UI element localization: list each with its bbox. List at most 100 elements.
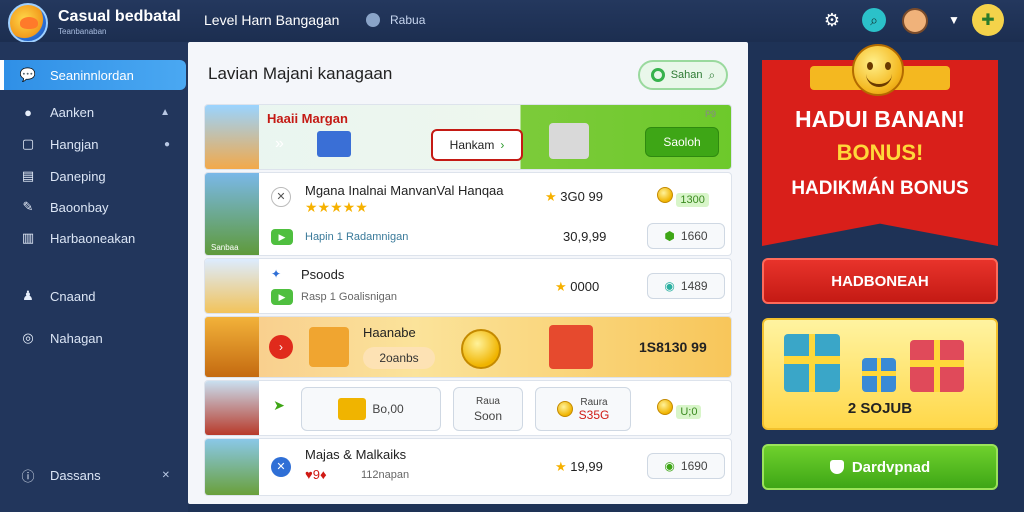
raua-label: Raua [476,395,500,407]
hearts-icon: ♥9♦ [305,467,327,482]
close-icon[interactable]: ✕ [271,457,291,477]
chest-thumbnail [205,259,259,313]
list-item[interactable]: ✕ Majas & Malkaiks ♥9♦ 112napan ★ 19,99 … [204,438,732,496]
sidebar-item-cnaand[interactable]: ♟ Cnaand [0,281,188,311]
coin-icon [657,187,673,203]
app-subtitle: Teanbanaban [58,27,107,36]
circle-icon: ◎ [22,330,34,345]
app-name: Casual bedbatal [58,8,181,25]
chevron-right-icon[interactable]: › [269,335,293,359]
star-icon: ★ [545,189,557,204]
banner-corner: P9 [705,109,717,119]
sidebar-item-harbaoneakan[interactable]: ▥ Harbaoneakan [0,223,188,253]
chevron-down-icon[interactable]: ▼ [942,8,966,32]
raua-card[interactable]: Raua Soon [453,387,523,431]
sidebar-item-baoonbay[interactable]: ✎ Baoonbay [0,192,188,222]
raua-value: Soon [473,408,503,423]
hadboneah-button[interactable]: HADBONEAH [762,258,998,304]
price-value: 19,99 [570,459,603,474]
row-price: ★ 0000 [555,279,599,295]
buy-button[interactable]: ◉ 1489 [647,273,725,299]
coin-icon [556,401,573,417]
gem-icon: ◉ [664,459,675,473]
thumb-caption: Sanbaa [211,243,239,252]
item-card[interactable]: Bo,00 [301,387,441,431]
search-icon[interactable]: ⌕ [862,8,886,32]
green-badge-icon: ▶ [271,229,293,245]
item-card-value: Bo,00 [372,402,404,416]
buy-button[interactable]: ◉ 1690 [647,453,725,479]
top-link[interactable]: Rabua [390,13,425,27]
row-subtitle: 2oanbs [363,347,435,369]
avatar[interactable] [902,8,928,34]
star-icon: ★ [555,279,567,294]
search-button[interactable]: Sahan ⌕ [638,60,728,90]
list-item[interactable]: ➤ Bo,00 Raua Soon Raura S35G U;0 [204,380,732,436]
collapse-icon[interactable]: ✕ [162,470,170,481]
sidebar-item-label: Daneping [50,168,106,184]
app-logo-icon[interactable] [8,3,48,43]
dardvpnad-label: Dardvpnad [851,458,931,476]
featured-banner[interactable]: Haaii Margan » Hankam › Saoloh P9 [204,104,732,170]
row-title: Majas & Malkaiks [305,447,407,462]
chevron-up-icon[interactable]: ▲ [160,107,170,118]
saoloh-button[interactable]: Saoloh [645,127,719,157]
car-thumbnail [205,381,259,435]
sidebar-item-dassans[interactable]: ⓘ Dassans ✕ [0,460,188,490]
raura-card[interactable]: Raura S35G [535,387,631,431]
gear-icon[interactable]: ⚙ [820,8,844,32]
banner-title: Haaii Margan [267,111,348,126]
buy-label: 1660 [680,229,708,243]
shield-icon: ⬢ [664,229,675,243]
buy-button[interactable]: ⬢ 1660 [647,223,725,249]
search-label: Sahan [670,69,703,81]
chest-icon [338,398,367,420]
sidebar-item-nahagan[interactable]: ◎ Nahagan [0,323,188,353]
row-title: Mgana Inalnai ManvanVal Hanqaa [305,183,504,198]
promo-subline: HADIKMÁN BONUS [791,178,969,199]
sidebar-item-seaninnlordan[interactable]: 💬 Seaninnlordan [0,60,186,90]
rating-stars: ★★★★★ [305,199,368,215]
gift-label: 2 SOJUB [847,400,913,417]
group-icon: ♟ [22,288,34,303]
sidebar-item-label: Aanken [50,104,95,120]
raura-group: Raura S35G [579,397,610,422]
gift-box-icon [784,334,840,392]
pencil-icon: ✎ [22,199,34,214]
saoloh-label: Saoloh [663,135,701,149]
chevron-right-icon[interactable]: ➤ [269,397,289,417]
chart-icon: ▥ [21,230,35,245]
star-icon: ★ [555,459,567,474]
main-panel: Lavian Majani kanagaan Sahan ⌕ Haaii Mar… [188,42,748,504]
list-item[interactable]: Sanbaa ✕ Mgana Inalnai ManvanVal Hanqaa … [204,172,732,256]
shield-icon [829,460,844,474]
price-value: 3G0 99 [560,189,603,204]
sidebar-item-aanken[interactable]: ● Aanken ▲ [0,97,188,127]
row-title: Psoods [301,267,345,282]
search-icon: ⌕ [708,67,716,82]
list-item-highlighted[interactable]: › Haanabe 2oanbs 1S8130 99 [204,316,732,378]
sidebar-item-hangjan[interactable]: ▢ Hangjan ● [0,129,188,159]
coin-amount: 1300 [676,193,709,207]
raura-value: S35G [578,407,610,422]
rabua-icon [366,13,380,27]
puzzle-icon[interactable]: ✚ [972,4,1004,36]
sidebar-item-label: Nahagan [50,330,103,346]
row-subtitle: Hapin 1 Radamnigan [305,231,409,243]
sidebar-item-label: Dassans [50,467,101,483]
page-title: Lavian Majani kanagaan [208,64,393,83]
gift-thumbnail [205,317,259,377]
page-title-top[interactable]: Level Harn Bangagan [204,12,339,28]
box-icon [549,123,589,159]
hankam-button[interactable]: Hankam › [431,129,523,161]
tag-value: U;0 [657,399,702,419]
coin-icon [461,329,501,369]
dardvpnad-button[interactable]: Dardvpnad [762,444,998,490]
sidebar-item-label: Cnaand [50,288,96,304]
close-icon[interactable]: ✕ [271,187,291,207]
row-price-alt: 30,9,99 [563,229,607,244]
buy-label: 1690 [680,459,708,473]
list-item[interactable]: ✦ Psoods ▶ Rasp 1 Goalisnigan ★ 0000 ◉ 1… [204,258,732,314]
double-chevron-icon: » [275,135,284,152]
sidebar-item-daneping[interactable]: ▤ Daneping [0,161,188,191]
